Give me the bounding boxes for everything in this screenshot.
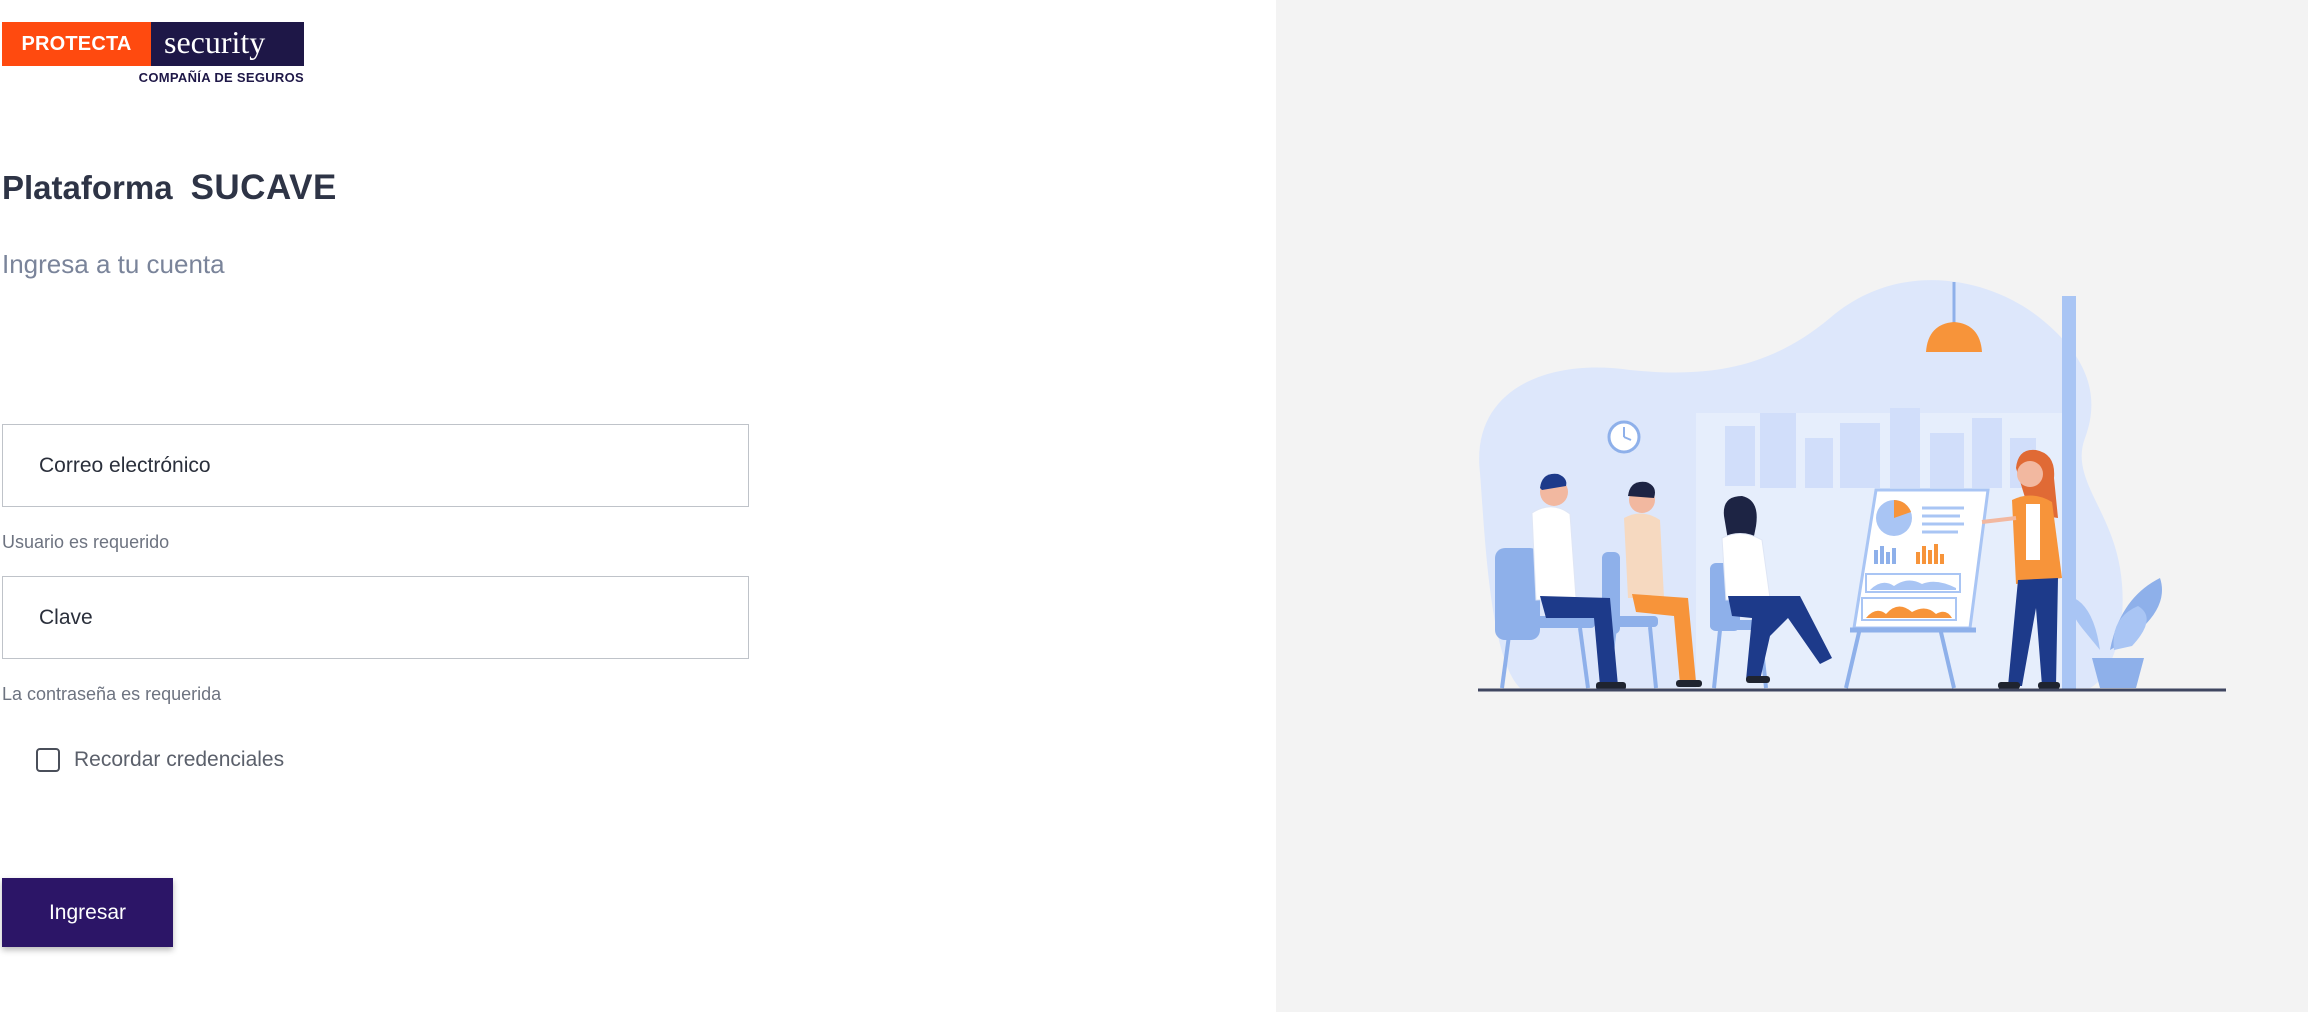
protecta-security-logo: PROTECTA security COMPAÑÍA DE SEGUROS (2, 22, 304, 88)
page-title-prefix: Plataforma (2, 169, 173, 206)
email-field[interactable] (2, 424, 749, 507)
email-helper-text: Usuario es requerido (2, 532, 170, 552)
window-pillar (2062, 296, 2076, 690)
team-presentation-illustration (1478, 280, 2226, 692)
page-title: Plataforma SUCAVE (2, 168, 337, 208)
remember-credentials-checkbox[interactable]: Recordar credenciales (36, 748, 284, 772)
password-field[interactable] (2, 576, 749, 659)
login-panel: PROTECTA security COMPAÑÍA DE SEGUROS Pl… (0, 0, 1276, 1012)
logo-subtitle: COMPAÑÍA DE SEGUROS (138, 70, 304, 85)
logo-security-text: security (151, 22, 304, 66)
page-subtitle: Ingresa a tu cuenta (2, 249, 225, 279)
remember-credentials-label: Recordar credenciales (74, 748, 285, 771)
password-helper-text: La contraseña es requerida (2, 684, 222, 704)
login-button[interactable]: Ingresar (2, 878, 173, 947)
logo-protecta-text: PROTECTA (2, 22, 151, 66)
page-title-brand: SUCAVE (190, 168, 337, 207)
checkbox-box[interactable] (36, 748, 60, 772)
